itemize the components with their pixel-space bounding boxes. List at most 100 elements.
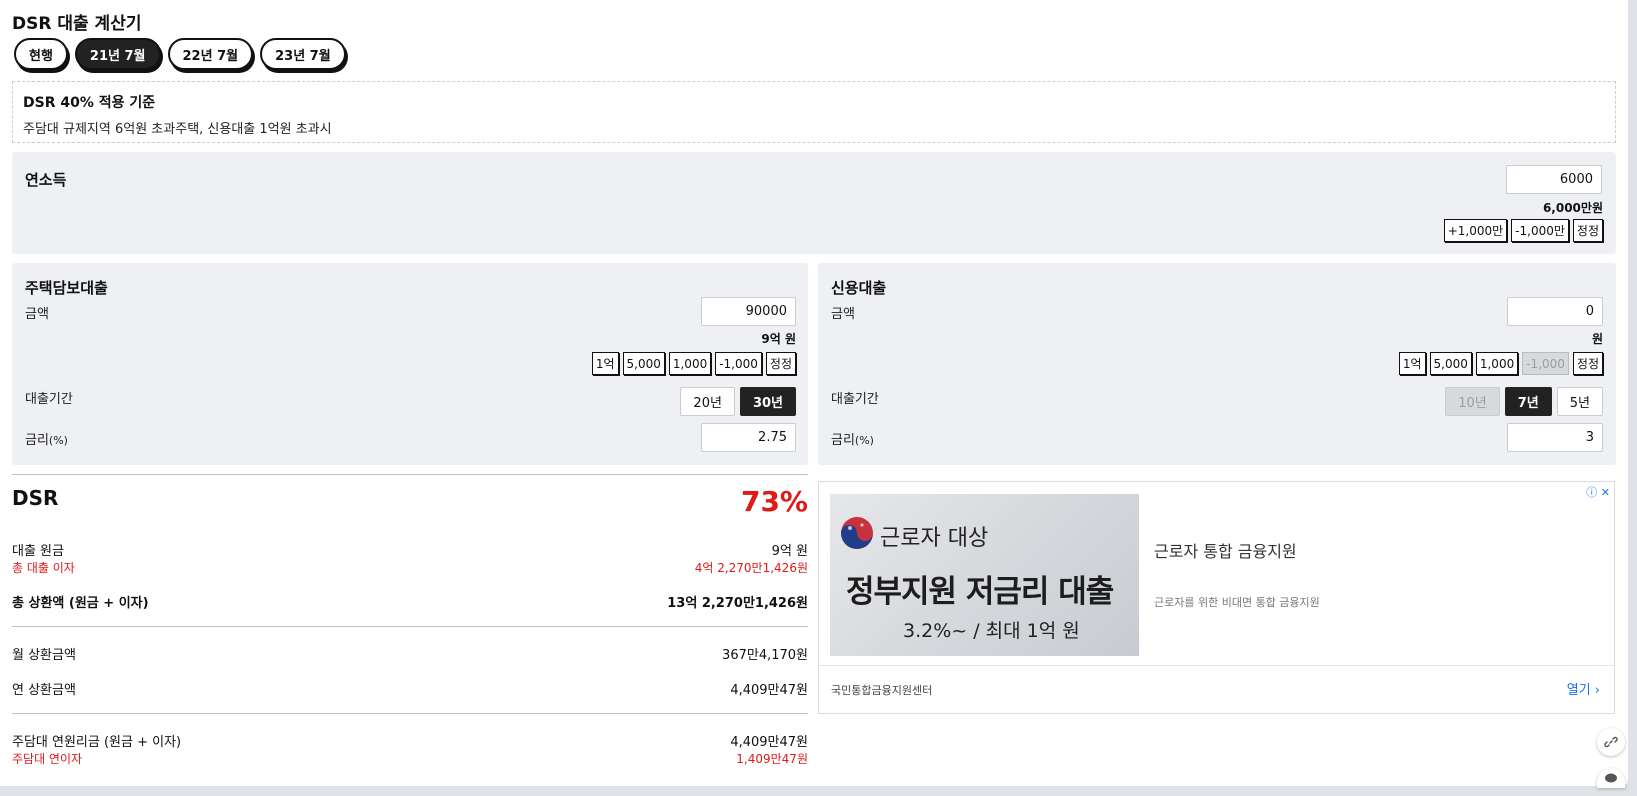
mortgage-minus-1000-button[interactable]: -1,000	[715, 352, 762, 375]
ad-image[interactable]: 근로자 대상 정부지원 저금리 대출 3.2%~ / 최대 1억 원	[830, 494, 1139, 656]
mortgage-period-30y-button[interactable]: 30년	[739, 387, 796, 416]
credit-amount-formatted: 원	[1591, 332, 1603, 346]
credit-amount-input[interactable]	[1507, 297, 1603, 326]
mortgage-reset-button[interactable]: 정정	[765, 352, 796, 375]
credit-amount-buttons: 1억 5,000 1,000 -1,000 정정	[1398, 352, 1603, 375]
interest-label: 총 대출 이자	[12, 561, 75, 575]
calculator-page: DSR 대출 계산기 현행 21년 7월 22년 7월 23년 7월 DSR 4…	[0, 0, 1628, 788]
chevron-right-icon: ›	[1594, 683, 1600, 698]
tab-23-07[interactable]: 23년 7월	[260, 38, 346, 70]
total-label: 총 상환액 (원금 + 이자)	[12, 596, 149, 611]
rule-tabs: 현행 21년 7월 22년 7월 23년 7월	[14, 38, 346, 70]
credit-rate-label: 금리(%)	[831, 429, 874, 448]
mortgage-rate-unit: (%)	[48, 434, 68, 447]
link-icon	[1604, 736, 1618, 748]
yearly-label: 연 상환금액	[12, 683, 76, 698]
credit-period-buttons: 10년 7년 5년	[1445, 387, 1603, 416]
page-scrollbar[interactable]	[1628, 0, 1637, 796]
principal-label: 대출 원금	[12, 544, 64, 559]
chat-bubble-icon	[1605, 773, 1617, 783]
ad-source: 국민통합금융지원센터	[831, 684, 933, 697]
monthly-value: 367만4,170원	[722, 648, 808, 663]
dsr-percent: 73%	[740, 485, 808, 518]
income-label: 연소득	[25, 171, 67, 189]
yearly-row: 연 상환금액 4,409만47원	[12, 679, 808, 698]
tab-22-07[interactable]: 22년 7월	[167, 38, 254, 70]
credit-rate-input[interactable]	[1507, 423, 1603, 452]
dsr-notice: DSR 40% 적용 기준 주담대 규제지역 6억원 초과주택, 신용대출 1억…	[12, 81, 1616, 143]
income-minus-1000-button[interactable]: -1,000만	[1511, 219, 1569, 242]
ad-description: 근로자를 위한 비대면 통합 금융지원	[1154, 596, 1320, 609]
ad-open-link[interactable]: 열기 ›	[1567, 679, 1600, 698]
page-title: DSR 대출 계산기	[12, 14, 142, 34]
income-plus-1000-button[interactable]: +1,000만	[1443, 219, 1508, 242]
monthly-label: 월 상환금액	[12, 648, 76, 663]
tab-current[interactable]: 현행	[14, 38, 68, 70]
credit-add-1000-button[interactable]: 1,000	[1475, 352, 1519, 375]
credit-add-100m-button[interactable]: 1억	[1398, 352, 1426, 375]
mortgage-rate-input[interactable]	[701, 423, 796, 452]
income-formatted: 6,000만원	[1542, 201, 1603, 215]
notice-heading: DSR 40% 적용 기준	[23, 95, 156, 111]
kakao-talk-icon[interactable]	[1597, 768, 1625, 788]
mortgage-add-5000-button[interactable]: 5,000	[622, 352, 665, 375]
mortgage-rate-label: 금리(%)	[25, 429, 68, 448]
mortgage-title: 주택담보대출	[25, 279, 108, 297]
mortgage-period-20y-button[interactable]: 20년	[680, 387, 735, 416]
credit-period-10y-button[interactable]: 10년	[1445, 387, 1500, 416]
yearly-value: 4,409만47원	[730, 683, 808, 698]
ad-image-line3: 3.2%~ / 최대 1억 원	[903, 620, 1080, 642]
mortgage-yearly-value: 4,409만47원	[730, 735, 808, 750]
result-mid-divider	[12, 626, 808, 627]
mortgage-yearly-label: 주담대 연원리금 (원금 + 이자)	[12, 735, 182, 750]
mortgage-add-100m-button[interactable]: 1억	[591, 352, 619, 375]
credit-rate-unit: (%)	[854, 434, 874, 447]
result-top-divider	[12, 474, 808, 475]
income-reset-button[interactable]: 정정	[1572, 219, 1603, 242]
income-input[interactable]	[1506, 165, 1602, 194]
ad-open-label: 열기	[1566, 683, 1591, 698]
mortgage-amount-input[interactable]	[701, 297, 796, 326]
credit-period-7y-button[interactable]: 7년	[1504, 387, 1552, 416]
ad-info-icon[interactable]: ⓘ ✕	[1586, 484, 1610, 500]
mortgage-rate-text: 금리	[25, 433, 49, 448]
mortgage-period-buttons: 20년 30년	[680, 387, 796, 416]
mortgage-amount-label: 금액	[25, 307, 49, 322]
total-value: 13억 2,270만1,426원	[667, 596, 808, 611]
monthly-row: 월 상환금액 367만4,170원	[12, 644, 808, 663]
credit-amount-label: 금액	[831, 307, 855, 322]
result-bottom-divider	[12, 713, 808, 714]
mortgage-interest-value: 1,409만47원	[736, 752, 808, 766]
ad-title[interactable]: 근로자 통합 금융지원	[1154, 538, 1297, 562]
mortgage-amount-buttons: 1억 5,000 1,000 -1,000 정정	[591, 352, 796, 375]
mortgage-panel: 주택담보대출 금액 9억 원 1억 5,000 1,000 -1,000 정정 …	[12, 263, 808, 465]
income-buttons: +1,000만 -1,000만 정정	[1443, 219, 1603, 242]
total-row: 총 상환액 (원금 + 이자) 13억 2,270만1,426원	[12, 592, 808, 611]
principal-row: 대출 원금 9억 원	[12, 540, 808, 559]
interest-value: 4억 2,270만1,426원	[694, 561, 808, 575]
mortgage-interest-row: 주담대 연이자 1,409만47원	[12, 750, 808, 767]
credit-period-label: 대출기간	[831, 392, 879, 407]
notice-body: 주담대 규제지역 6억원 초과주택, 신용대출 1억원 초과시	[23, 122, 332, 137]
ad-image-line1: 근로자 대상	[880, 526, 989, 551]
mortgage-amount-formatted: 9억 원	[761, 332, 796, 346]
mortgage-period-label: 대출기간	[25, 392, 73, 407]
mortgage-yearly-row: 주담대 연원리금 (원금 + 이자) 4,409만47원	[12, 731, 808, 750]
credit-reset-button[interactable]: 정정	[1572, 352, 1603, 375]
tab-21-07[interactable]: 21년 7월	[74, 38, 161, 70]
ad-image-line2: 정부지원 저금리 대출	[846, 574, 1114, 610]
credit-add-5000-button[interactable]: 5,000	[1429, 352, 1472, 375]
ad-banner[interactable]: ⓘ ✕ 근로자 대상 정부지원 저금리 대출 3.2%~ / 최대 1억 원 근…	[818, 481, 1615, 714]
mortgage-add-1000-button[interactable]: 1,000	[668, 352, 712, 375]
credit-period-5y-button[interactable]: 5년	[1556, 387, 1603, 416]
credit-title: 신용대출	[831, 279, 887, 297]
interest-row: 총 대출 이자 4억 2,270만1,426원	[12, 559, 808, 576]
credit-rate-text: 금리	[831, 433, 855, 448]
credit-minus-1000-button[interactable]: -1,000	[1522, 352, 1569, 375]
mortgage-interest-label: 주담대 연이자	[12, 752, 83, 766]
ad-divider	[819, 665, 1614, 666]
income-panel: 연소득 6,000만원 +1,000만 -1,000만 정정	[12, 152, 1616, 254]
result-heading: DSR	[12, 486, 59, 510]
link-share-icon[interactable]	[1597, 728, 1625, 756]
credit-panel: 신용대출 금액 원 1억 5,000 1,000 -1,000 정정 대출기간 …	[818, 263, 1616, 465]
